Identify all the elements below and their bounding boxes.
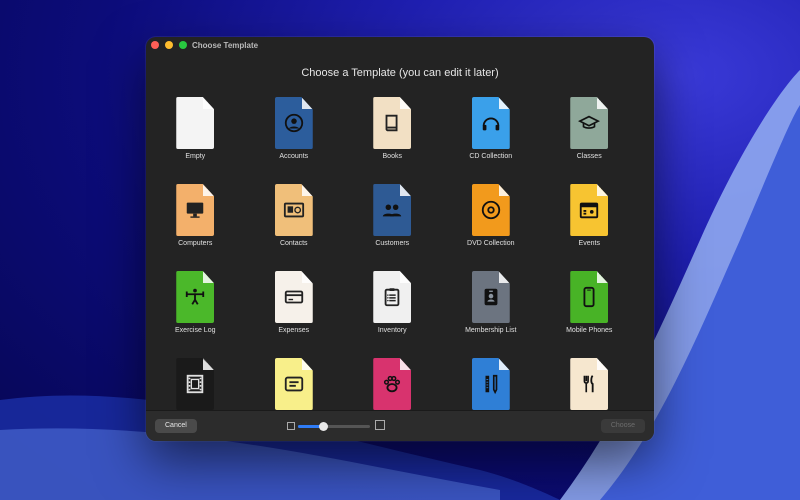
close-window-button[interactable] bbox=[151, 41, 159, 49]
template-grid: Empty Accounts Books CD Collection Classes Co… bbox=[146, 97, 654, 411]
clipboard-list-icon bbox=[373, 271, 412, 323]
window-title: Choose Template bbox=[192, 41, 259, 50]
template-label: Exercise Log bbox=[175, 327, 216, 334]
choose-template-dialog: Choose Template Choose a Template (you c… bbox=[146, 37, 654, 441]
template-label: Books bbox=[382, 153, 402, 160]
mobile-phone-icon bbox=[570, 271, 609, 323]
template-label: CD Collection bbox=[469, 153, 513, 160]
note-icon bbox=[274, 358, 313, 410]
graduation-cap-icon bbox=[570, 97, 609, 149]
desktop-computer-icon bbox=[176, 184, 215, 236]
zoom-slider-knob[interactable] bbox=[319, 422, 329, 431]
template-tile[interactable]: Classes bbox=[540, 97, 639, 184]
template-tile[interactable]: Expenses bbox=[245, 271, 344, 358]
contact-card-icon bbox=[274, 184, 313, 236]
title-bar: Choose Template bbox=[146, 37, 654, 57]
template-label: Inventory bbox=[377, 327, 407, 334]
template-tile[interactable]: Exercise Log bbox=[146, 271, 245, 358]
template-label: Classes bbox=[576, 153, 602, 160]
people-icon bbox=[373, 184, 412, 236]
zoom-window-button[interactable] bbox=[179, 41, 187, 49]
template-tile[interactable]: Inventory bbox=[343, 271, 442, 358]
template-tile[interactable]: Events bbox=[540, 184, 639, 271]
template-label: Membership List bbox=[465, 327, 517, 334]
template-label: Events bbox=[578, 240, 600, 247]
dialog-footer: Cancel Choose bbox=[146, 410, 654, 441]
paw-icon bbox=[373, 358, 412, 410]
calendar-person-icon bbox=[570, 184, 609, 236]
zoom-small-icon bbox=[287, 422, 295, 430]
film-strip-icon bbox=[176, 358, 215, 410]
blank-document-icon bbox=[176, 97, 215, 149]
template-label: Expenses bbox=[278, 327, 310, 334]
template-tile[interactable]: Membership List bbox=[442, 271, 541, 358]
book-icon bbox=[373, 97, 412, 149]
template-label: Customers bbox=[375, 240, 410, 247]
template-tile[interactable] bbox=[343, 358, 442, 411]
template-tile[interactable]: Customers bbox=[343, 184, 442, 271]
disc-icon bbox=[471, 184, 510, 236]
template-tile[interactable] bbox=[245, 358, 344, 411]
template-label: Computers bbox=[178, 240, 213, 247]
zoom-slider[interactable] bbox=[298, 422, 370, 431]
minimize-window-button[interactable] bbox=[165, 41, 173, 49]
template-label: DVD Collection bbox=[467, 240, 515, 247]
template-tile[interactable]: Empty bbox=[146, 97, 245, 184]
zoom-large-icon bbox=[375, 420, 385, 430]
template-tile[interactable]: Computers bbox=[146, 184, 245, 271]
template-label: Empty bbox=[185, 153, 206, 160]
template-label: Mobile Phones bbox=[566, 327, 613, 334]
fork-knife-icon bbox=[570, 358, 609, 410]
ruler-pencil-icon bbox=[471, 358, 510, 410]
template-tile[interactable]: Books bbox=[343, 97, 442, 184]
template-label: Contacts bbox=[279, 240, 308, 247]
template-tile[interactable]: Mobile Phones bbox=[540, 271, 639, 358]
id-badge-icon bbox=[471, 271, 510, 323]
template-tile[interactable]: DVD Collection bbox=[442, 184, 541, 271]
weightlifter-icon bbox=[176, 271, 215, 323]
cancel-button[interactable]: Cancel bbox=[155, 419, 197, 433]
template-tile[interactable]: Accounts bbox=[245, 97, 344, 184]
template-label: Accounts bbox=[279, 153, 309, 160]
template-tile[interactable] bbox=[146, 358, 245, 411]
headphones-icon bbox=[471, 97, 510, 149]
choose-button[interactable]: Choose bbox=[600, 419, 645, 433]
template-tile[interactable] bbox=[540, 358, 639, 411]
template-tile[interactable] bbox=[442, 358, 541, 411]
template-tile[interactable]: Contacts bbox=[245, 184, 344, 271]
dialog-heading: Choose a Template (you can edit it later… bbox=[301, 67, 499, 79]
window-controls bbox=[151, 41, 187, 49]
template-tile[interactable]: CD Collection bbox=[442, 97, 541, 184]
credit-card-icon bbox=[274, 271, 313, 323]
person-circle-icon bbox=[274, 97, 313, 149]
